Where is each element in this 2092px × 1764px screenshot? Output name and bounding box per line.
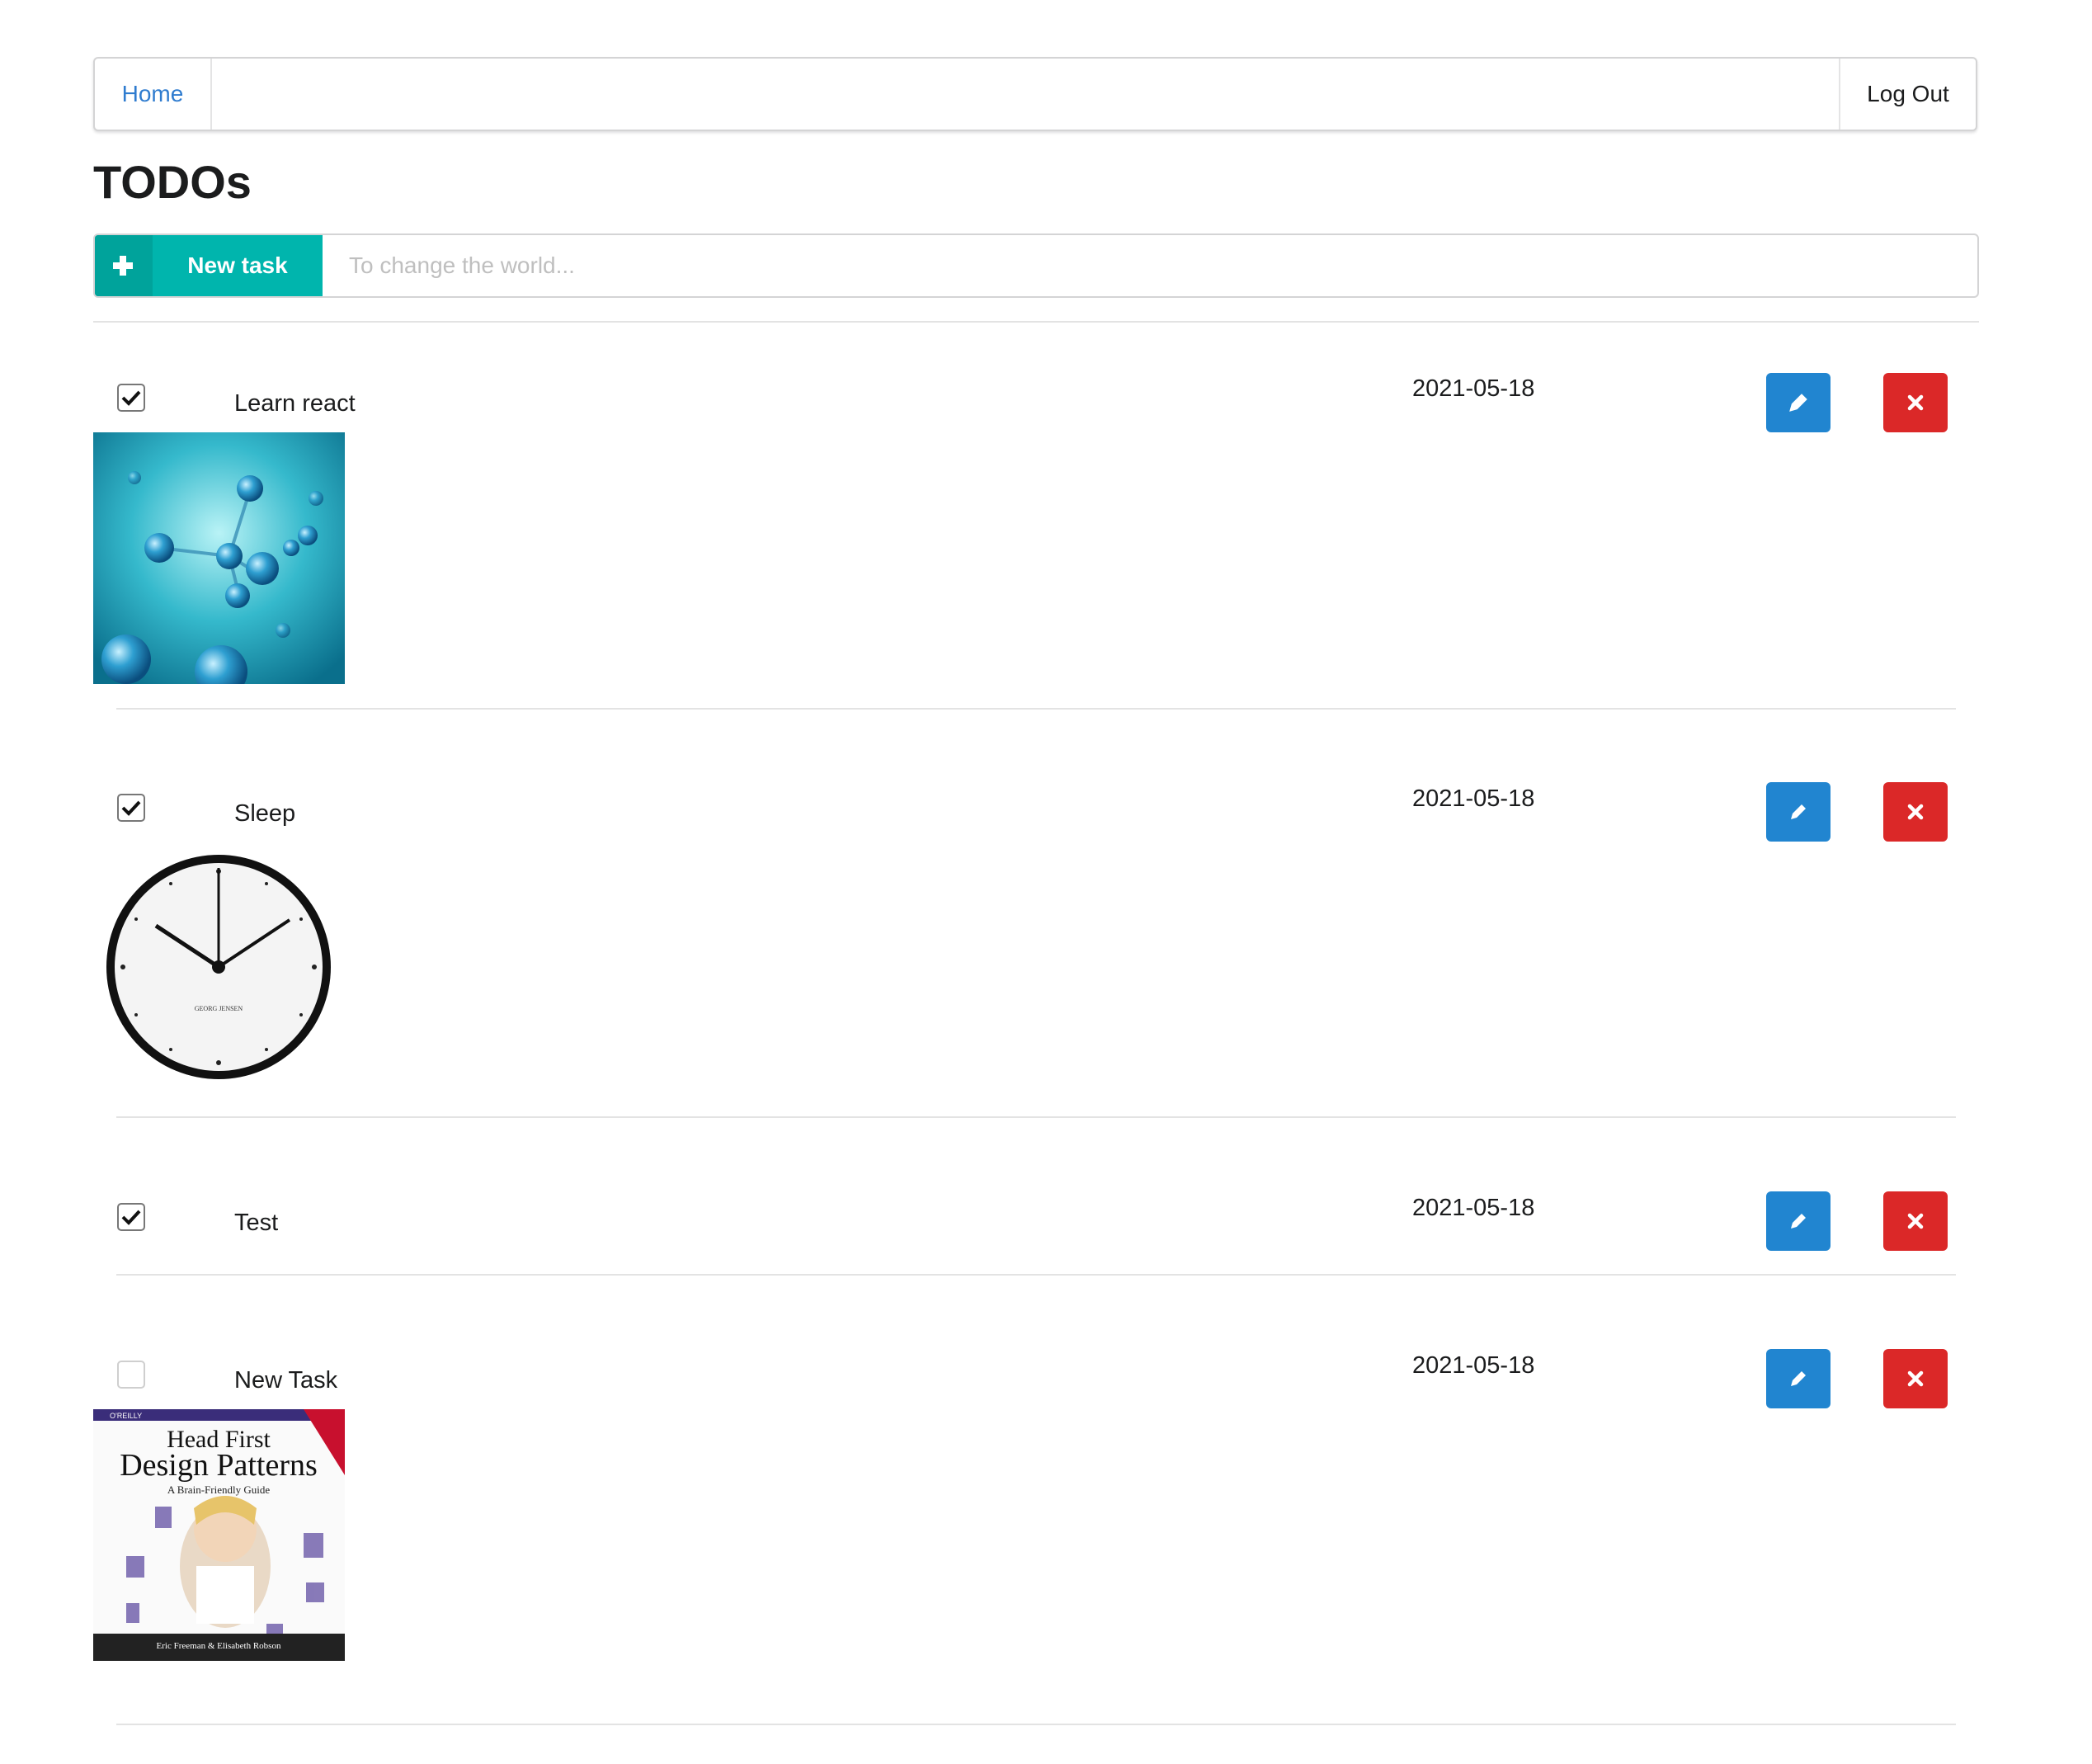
divider: [116, 1724, 1956, 1725]
delete-button[interactable]: [1883, 1191, 1948, 1251]
close-icon: [1907, 394, 1924, 411]
todo-date: 2021-05-18: [1412, 1352, 1535, 1379]
pencil-icon: [1789, 394, 1807, 412]
delete-button[interactable]: [1883, 373, 1948, 432]
edit-button[interactable]: [1766, 1191, 1830, 1251]
home-link[interactable]: Home: [95, 59, 212, 130]
logout-link[interactable]: Log Out: [1839, 59, 1976, 130]
todo-title: Learn react: [234, 390, 356, 417]
close-icon: [1907, 804, 1924, 820]
edit-button[interactable]: [1766, 1349, 1830, 1408]
delete-button[interactable]: [1883, 782, 1948, 842]
clock-brand-text: GEORG JENSEN: [195, 1005, 243, 1012]
delete-button[interactable]: [1883, 1349, 1948, 1408]
divider: [116, 1274, 1956, 1276]
divider: [116, 708, 1956, 710]
plus-icon: [95, 235, 153, 296]
molecule-image: [93, 432, 345, 684]
edit-button[interactable]: [1766, 373, 1830, 432]
top-menu: Home Log Out: [93, 57, 1977, 131]
todo-checkbox[interactable]: [117, 794, 145, 822]
book-publisher: O'REILLY: [110, 1412, 142, 1420]
pencil-icon: [1791, 1371, 1806, 1386]
book-authors: Eric Freeman & Elisabeth Robson: [157, 1641, 281, 1651]
page-title: TODOs: [93, 156, 252, 208]
todo-checkbox[interactable]: [117, 384, 145, 412]
checkmark-icon: [121, 1210, 141, 1225]
todo-title: New Task: [234, 1367, 338, 1394]
checkmark-icon: [121, 390, 141, 406]
pencil-icon: [1791, 804, 1806, 819]
todo-checkbox[interactable]: [117, 1361, 145, 1389]
pencil-icon: [1791, 1214, 1806, 1229]
todo-date: 2021-05-18: [1412, 785, 1535, 812]
todo-checkbox[interactable]: [117, 1203, 145, 1231]
wall-clock-image: GEORG JENSEN: [93, 843, 345, 1095]
book-cover-image: O'REILLY Head First Design Patterns A Br…: [93, 1409, 345, 1661]
todo-date: 2021-05-18: [1412, 1195, 1535, 1221]
new-task-form: New task: [93, 233, 1979, 298]
todo-title: Sleep: [234, 800, 296, 827]
close-icon: [1907, 1213, 1924, 1229]
new-task-button[interactable]: New task: [95, 235, 323, 296]
divider: [116, 1116, 1956, 1118]
new-task-button-label: New task: [187, 252, 288, 278]
book-subtitle: A Brain-Friendly Guide: [167, 1483, 270, 1496]
checkmark-icon: [121, 800, 141, 816]
close-icon: [1907, 1370, 1924, 1387]
edit-button[interactable]: [1766, 782, 1830, 842]
todo-date: 2021-05-18: [1412, 375, 1535, 402]
todo-title: Test: [234, 1210, 279, 1236]
divider: [93, 321, 1979, 323]
book-title-line2: Design Patterns: [120, 1448, 318, 1483]
new-task-input[interactable]: [324, 235, 1977, 296]
